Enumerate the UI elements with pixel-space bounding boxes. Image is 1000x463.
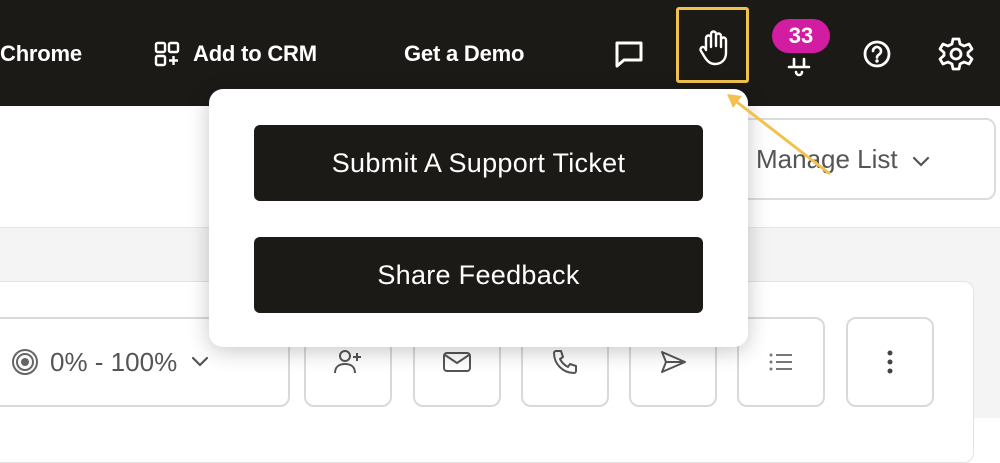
list-view-button[interactable] <box>737 317 825 407</box>
list-icon <box>768 352 794 372</box>
support-menu-popup: Submit A Support Ticket Share Feedback <box>209 89 748 347</box>
send-icon <box>658 349 688 375</box>
add-to-crm-link[interactable]: Add to CRM <box>193 41 317 67</box>
crm-grid-icon[interactable] <box>153 40 183 68</box>
manage-list-label: Manage List <box>756 143 898 174</box>
hand-icon-highlight <box>676 7 749 83</box>
bell-icon[interactable] <box>782 50 816 80</box>
more-options-button[interactable] <box>846 317 934 407</box>
chat-icon[interactable] <box>612 38 646 70</box>
help-icon[interactable] <box>860 37 894 71</box>
chevron-down-icon <box>191 356 209 368</box>
notification-badge: 33 <box>772 19 830 53</box>
more-vertical-icon <box>886 349 894 375</box>
share-feedback-button[interactable]: Share Feedback <box>254 237 703 313</box>
target-icon <box>10 347 40 377</box>
chrome-link[interactable]: Chrome <box>0 41 82 67</box>
score-range-label: 0% - 100% <box>50 346 178 377</box>
mail-icon <box>441 350 473 374</box>
chevron-down-icon <box>912 144 930 175</box>
submit-support-ticket-button[interactable]: Submit A Support Ticket <box>254 125 703 201</box>
manage-list-dropdown[interactable]: Manage List <box>740 118 996 200</box>
add-user-icon <box>332 347 364 377</box>
phone-icon <box>550 347 580 377</box>
get-demo-link[interactable]: Get a Demo <box>404 41 524 67</box>
gear-icon[interactable] <box>936 34 976 74</box>
